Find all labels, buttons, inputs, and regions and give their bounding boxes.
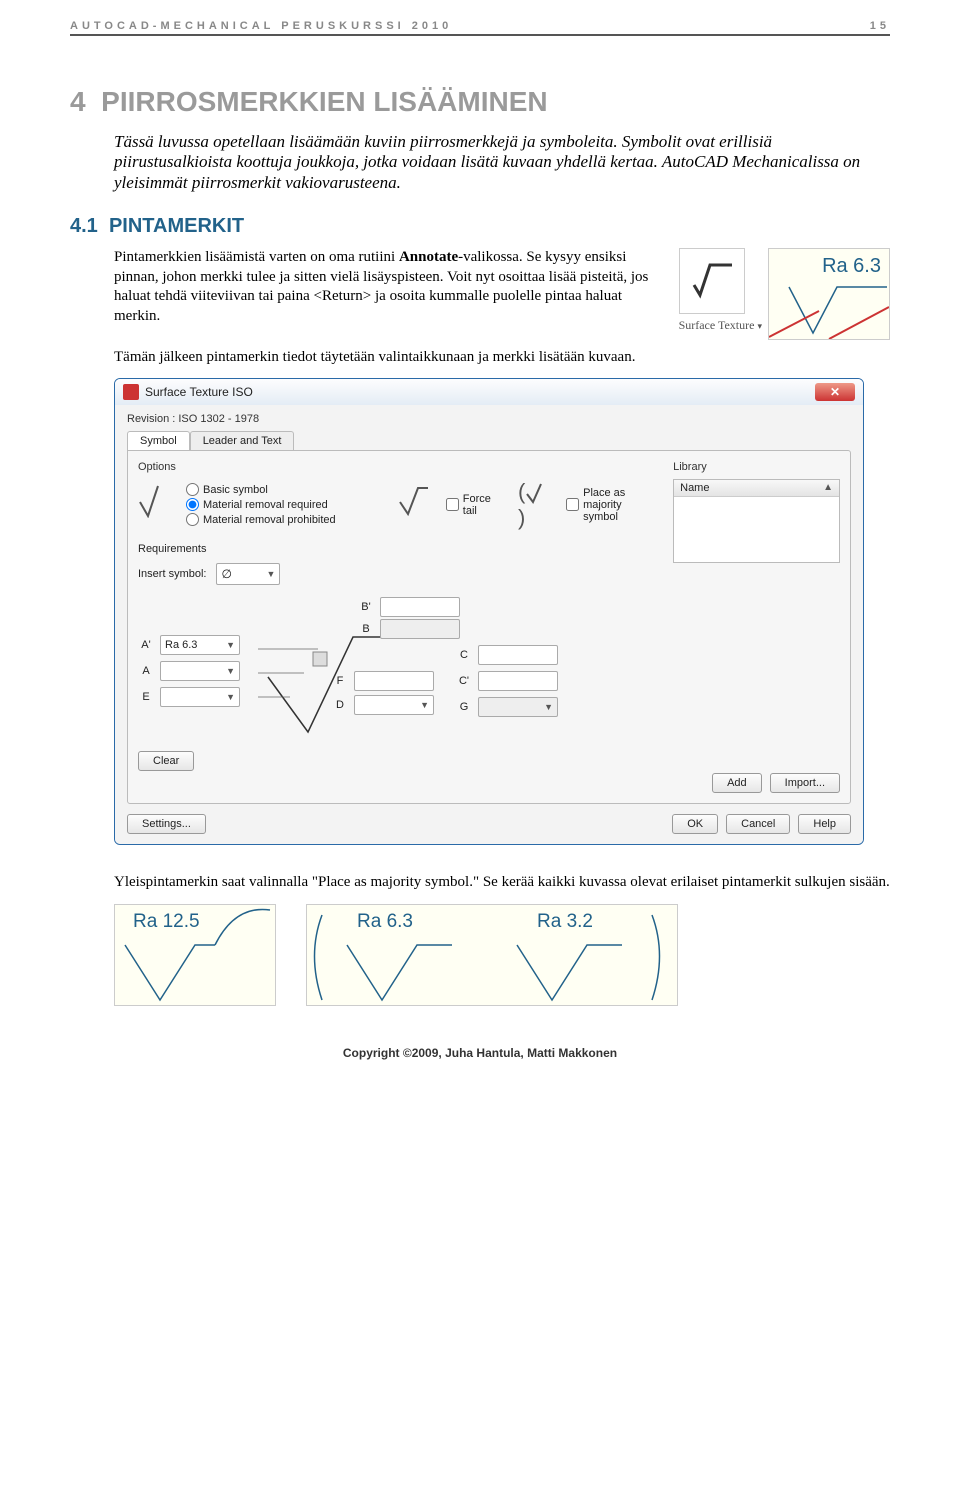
checkbox-force-tail[interactable]: Force tail [446,493,500,517]
help-button[interactable]: Help [798,814,851,834]
field-D[interactable]: ▼ [354,695,434,715]
schema-diagram: B' B F D▼ [258,597,438,737]
figure-surface-texture: Surface Texture ▾ Ra 6.3 [679,248,890,340]
field-A[interactable]: ▼ [160,661,240,681]
clear-button[interactable]: Clear [138,751,194,771]
radio-material-prohibited[interactable]: Material removal prohibited [186,513,336,526]
library-listbox[interactable]: Name ▲ [673,479,840,563]
field-B-prime[interactable] [380,597,460,617]
field-G[interactable]: ▼ [478,697,558,717]
settings-button[interactable]: Settings... [127,814,206,834]
sqrt-icon [679,248,745,314]
radio-material-required[interactable]: Material removal required [186,498,336,511]
cancel-button[interactable]: Cancel [726,814,790,834]
field-E[interactable]: ▼ [160,687,240,707]
surface-symbol-icon [138,484,168,525]
radio-basic-symbol[interactable]: Basic symbol [186,483,336,496]
section-title: 4.1 PINTAMERKIT [70,215,890,238]
ok-button[interactable]: OK [672,814,718,834]
tab-leader-text[interactable]: Leader and Text [190,431,295,450]
dialog-titlebar: Surface Texture ISO ✕ [115,379,863,405]
dialog-title: Surface Texture ISO [145,385,253,399]
bottom-paragraph: Yleispintamerkin saat valinnalla "Place … [114,873,890,893]
page-number: 15 [870,20,890,32]
options-label: Options [138,461,653,473]
intro-paragraph: Tässä luvussa opetellaan lisäämään kuvii… [114,132,890,193]
library-column-name: Name [680,482,709,494]
ra63-figure: Ra 6.3 [768,248,890,340]
paragraph-2: Tämän jälkeen pintamerkin tiedot täytetä… [114,348,890,368]
surface-texture-dialog: Surface Texture ISO ✕ Revision : ISO 130… [114,378,864,845]
import-button[interactable]: Import... [770,773,840,793]
figure-ra63-ra32: Ra 6.3 Ra 3.2 [306,904,678,1006]
insert-symbol-select[interactable]: ∅▼ [216,563,280,585]
add-button[interactable]: Add [712,773,762,793]
paren-symbol-icon: () [518,479,548,531]
library-label: Library [673,461,840,473]
insert-symbol-label: Insert symbol: [138,568,206,580]
page-footer: Copyright ©2009, Juha Hantula, Matti Mak… [70,1046,890,1060]
sort-icon[interactable]: ▲ [823,482,833,494]
figure-ra125: Ra 12.5 [114,904,276,1006]
header-title: AUTOCAD-MECHANICAL PERUSKURSSI 2010 [70,20,452,32]
field-A-prime[interactable]: Ra 6.3▼ [160,635,240,655]
page-header: AUTOCAD-MECHANICAL PERUSKURSSI 2010 15 [70,20,890,36]
close-icon[interactable]: ✕ [815,383,855,401]
field-C-prime[interactable] [478,671,558,691]
paragraph-1: Pintamerkkien lisäämistä varten on oma r… [114,248,663,340]
field-B[interactable] [380,619,460,639]
surface-texture-caption: Surface Texture ▾ [679,318,762,333]
field-F[interactable] [354,671,434,691]
tail-symbol-icon [398,486,428,523]
requirements-label: Requirements [138,543,653,555]
bottom-figures: Ra 12.5 Ra 6.3 Ra 3.2 [114,904,890,1006]
checkbox-majority-symbol[interactable]: Place as majority symbol [566,487,653,523]
revision-label: Revision : ISO 1302 - 1978 [127,413,851,425]
tab-symbol[interactable]: Symbol [127,431,190,450]
dialog-app-icon [123,384,139,400]
field-C[interactable] [478,645,558,665]
chapter-title: 4 PIIRROSMERKKIEN LISÄÄMINEN [70,86,890,118]
